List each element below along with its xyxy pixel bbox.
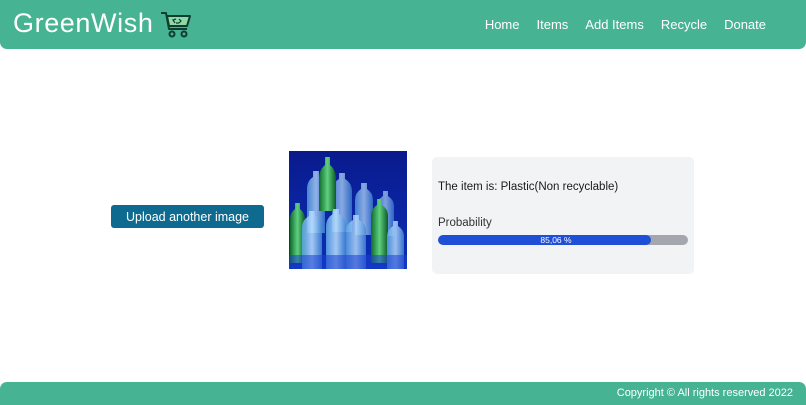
- nav-links: Home Items Add Items Recycle Donate: [468, 0, 766, 49]
- top-navbar: GreenWish Home Items Add Items Recycle D…: [0, 0, 806, 49]
- probability-value-text: 85,06 %: [540, 235, 572, 245]
- nav-home[interactable]: Home: [485, 17, 520, 32]
- copyright-text: Copyright © All rights reserved 2022: [616, 387, 793, 399]
- nav-add-items[interactable]: Add Items: [585, 17, 644, 32]
- probability-label: Probability: [438, 217, 492, 229]
- cart-recycle-icon: [161, 11, 192, 37]
- nav-items[interactable]: Items: [537, 17, 569, 32]
- brand[interactable]: GreenWish: [13, 8, 192, 39]
- result-card: The item is: Plastic(Non recyclable) Pro…: [432, 157, 694, 274]
- result-title: The item is: Plastic(Non recyclable): [438, 181, 619, 193]
- footer: Copyright © All rights reserved 2022: [0, 382, 806, 405]
- nav-donate[interactable]: Donate: [724, 17, 766, 32]
- probability-progress-bar: 85,06 %: [438, 235, 688, 245]
- upload-another-image-button[interactable]: Upload another image: [111, 205, 264, 228]
- nav-recycle[interactable]: Recycle: [661, 17, 707, 32]
- brand-name[interactable]: GreenWish: [13, 8, 153, 39]
- uploaded-item-image: [289, 151, 407, 269]
